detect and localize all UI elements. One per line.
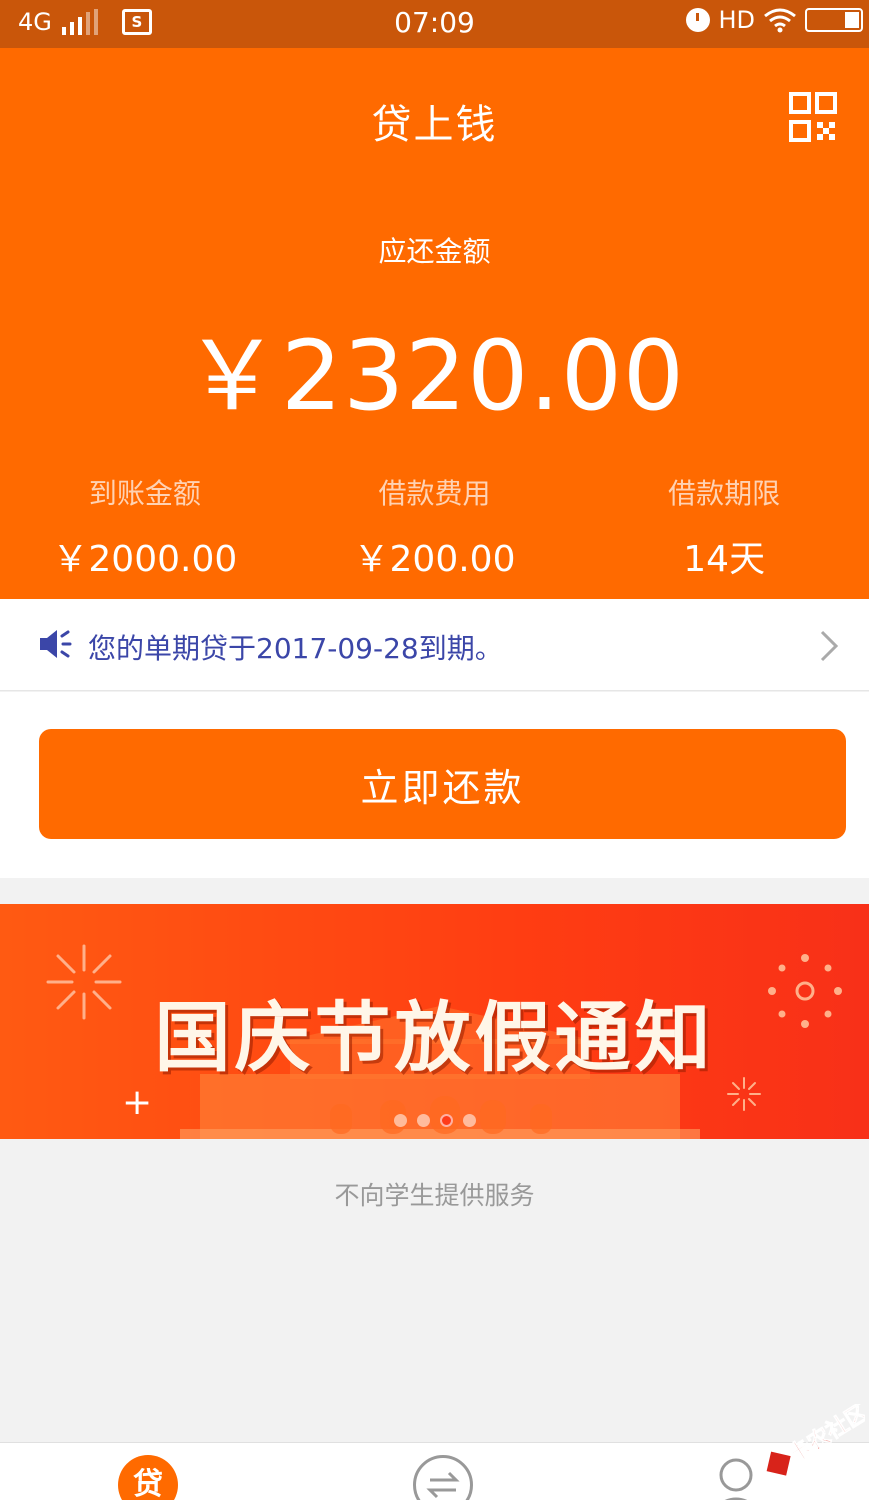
tab-repay[interactable] <box>413 1455 473 1500</box>
chevron-right-icon <box>820 630 839 662</box>
page-title: 贷上钱 <box>371 102 498 148</box>
stat-loan-fee: 借款费用 ￥200.00 <box>290 472 580 582</box>
exchange-icon <box>426 1471 460 1499</box>
due-amount-value: ￥2320.00 <box>184 320 685 432</box>
due-amount-label: 应还金额 <box>378 235 491 268</box>
bottom-tab-bar: 贷 <box>0 1442 869 1500</box>
speaker-icon <box>40 630 72 658</box>
repay-now-button[interactable]: 立即还款 <box>39 729 846 839</box>
battery-icon <box>805 8 863 32</box>
watermark-logo: 卡农社区 <box>766 1404 865 1476</box>
alarm-icon <box>686 8 711 32</box>
stat-label: 借款费用 <box>378 477 491 510</box>
banner-title: 国庆节放假通知 <box>154 993 715 1082</box>
loan-stats: 到账金额 ￥2000.00 借款费用 ￥200.00 借款期限 14天 <box>0 472 869 582</box>
svg-text:卡农社区: 卡农社区 <box>784 1404 865 1468</box>
stat-value: ￥2000.00 <box>52 539 238 580</box>
status-bar: 4G S 07:09 HD <box>0 0 869 48</box>
stat-loan-term: 借款期限 14天 <box>579 472 869 582</box>
promo-banner[interactable]: + 国庆节放假通知 <box>0 904 869 1139</box>
carousel-dot-active[interactable] <box>439 1114 453 1127</box>
carousel-dot[interactable] <box>462 1114 476 1127</box>
stat-label: 到账金额 <box>88 477 201 510</box>
stat-value: 14天 <box>683 539 766 580</box>
stat-label: 借款期限 <box>668 477 781 510</box>
wifi-icon <box>764 8 796 33</box>
service-note: 不向学生提供服务 <box>334 1181 535 1210</box>
tab-loan[interactable]: 贷 <box>118 1455 178 1500</box>
due-date-notice[interactable]: 您的单期贷于2017-09-28到期。 <box>0 599 869 691</box>
carousel-dot[interactable] <box>416 1114 430 1127</box>
notice-text: 您的单期贷于2017-09-28到期。 <box>88 632 503 665</box>
stat-value: ￥200.00 <box>353 539 516 580</box>
carousel-indicator <box>0 1114 869 1127</box>
carousel-dot[interactable] <box>393 1114 407 1127</box>
loan-summary-header: 贷上钱 应还金额 ￥2320.00 到账金额 ￥2000.00 借款费用 ￥20… <box>0 48 869 599</box>
status-right: HD <box>686 6 863 34</box>
repay-button-area: 立即还款 <box>0 692 869 878</box>
qr-code-icon[interactable] <box>789 92 837 142</box>
stat-received-amount: 到账金额 ￥2000.00 <box>0 472 290 582</box>
hd-indicator: HD <box>718 6 755 34</box>
